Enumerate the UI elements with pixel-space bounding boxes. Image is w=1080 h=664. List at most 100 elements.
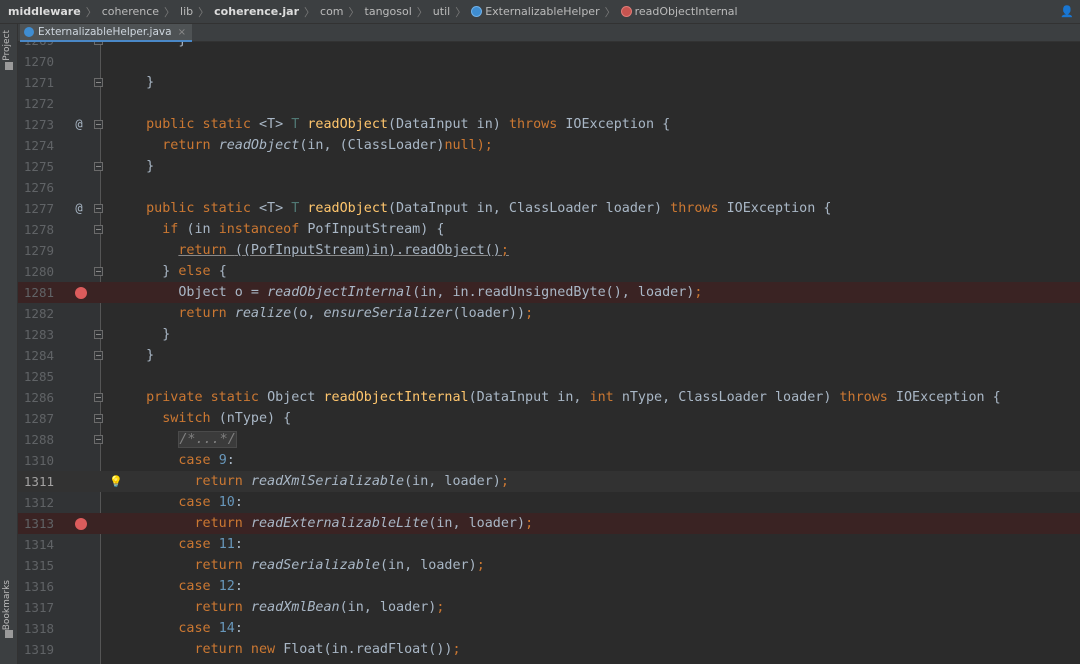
code-line[interactable]: 1281 Object o = readObjectInternal(in, i… — [18, 282, 1080, 303]
line-number[interactable]: 1285 — [18, 366, 54, 387]
code-token: (loader)) — [452, 306, 526, 321]
fold-toggle-icon[interactable] — [94, 204, 103, 213]
breakpoint-icon[interactable] — [75, 287, 87, 299]
line-number[interactable]: 1281 — [18, 282, 54, 303]
code-line[interactable]: 1310 case 9: — [18, 450, 1080, 471]
line-number[interactable]: 1286 — [18, 387, 54, 408]
code-line[interactable]: 1276 — [18, 177, 1080, 198]
fold-toggle-icon[interactable] — [94, 267, 103, 276]
breadcrumb-item-lib[interactable]: lib — [180, 5, 193, 18]
code-line[interactable]: 1313 return readExternalizableLite(in, l… — [18, 513, 1080, 534]
breadcrumb-item-middleware[interactable]: middleware — [8, 5, 81, 18]
fold-toggle-icon[interactable] — [94, 225, 103, 234]
line-number[interactable]: 1314 — [18, 534, 54, 555]
line-number[interactable]: 1269 — [18, 42, 54, 51]
line-number[interactable]: 1273 — [18, 114, 54, 135]
breadcrumb-item-tangosol[interactable]: tangosol — [365, 5, 412, 18]
intention-bulb-icon[interactable]: 💡 — [109, 471, 123, 492]
line-number[interactable]: 1276 — [18, 177, 54, 198]
line-number[interactable]: 1272 — [18, 93, 54, 114]
fold-toggle-icon[interactable] — [94, 414, 103, 423]
line-number[interactable]: 1318 — [18, 618, 54, 639]
code-line[interactable]: 1317 return readXmlBean(in, loader); — [18, 597, 1080, 618]
line-number[interactable]: 1316 — [18, 576, 54, 597]
breadcrumb-separator: 〉 — [604, 5, 616, 19]
code-line[interactable]: 1271 } — [18, 72, 1080, 93]
code-line[interactable]: 1316 case 12: — [18, 576, 1080, 597]
fold-toggle-icon[interactable] — [94, 78, 103, 87]
code-line[interactable]: 1270 — [18, 51, 1080, 72]
code-line[interactable]: 1280 } else { — [18, 261, 1080, 282]
line-number[interactable]: 1274 — [18, 135, 54, 156]
code-line[interactable]: 1311 💡 return readXmlSerializable(in, loa… — [18, 471, 1080, 492]
project-tool-button[interactable]: Project — [2, 30, 12, 61]
tab-externalizablehelper-java[interactable]: ExternalizableHelper.java × — [20, 24, 192, 42]
code-line[interactable]: 1272 — [18, 93, 1080, 114]
fold-toggle-icon[interactable] — [94, 42, 103, 45]
line-number[interactable]: 1312 — [18, 492, 54, 513]
code-line[interactable]: 1319 return new Float(in.readFloat()); — [18, 639, 1080, 660]
fold-toggle-icon[interactable] — [94, 393, 103, 402]
code-line[interactable]: 1274 return readObject(in, (ClassLoader)… — [18, 135, 1080, 156]
code-line[interactable]: 1269 } — [18, 42, 1080, 51]
close-icon[interactable]: × — [178, 27, 186, 38]
code-token: return — [130, 138, 219, 153]
project-icon[interactable] — [5, 62, 13, 70]
override-marker-icon[interactable]: @ — [74, 198, 84, 219]
code-line[interactable]: 1283 } — [18, 324, 1080, 345]
bookmarks-icon[interactable] — [5, 630, 13, 638]
breakpoint-icon[interactable] — [75, 518, 87, 530]
fold-toggle-icon[interactable] — [94, 435, 103, 444]
code-line[interactable]: 1275 } — [18, 156, 1080, 177]
code-line[interactable]: 1288 /*...*/ — [18, 429, 1080, 450]
code-line[interactable]: 1279 return ((PofInputStream)in).readObj… — [18, 240, 1080, 261]
line-number[interactable]: 1283 — [18, 324, 54, 345]
line-number[interactable]: 1275 — [18, 156, 54, 177]
line-number[interactable]: 1279 — [18, 240, 54, 261]
fold-toggle-icon[interactable] — [94, 330, 103, 339]
breadcrumb-item-coherence-jar[interactable]: coherence.jar — [214, 5, 299, 18]
line-number[interactable]: 1280 — [18, 261, 54, 282]
line-number[interactable]: 1270 — [18, 51, 54, 72]
override-marker-icon[interactable]: @ — [74, 114, 84, 135]
bookmarks-tool-button[interactable]: Bookmarks — [2, 580, 12, 630]
line-number[interactable]: 1317 — [18, 597, 54, 618]
code-line[interactable]: 1287 switch (nType) { — [18, 408, 1080, 429]
fold-toggle-icon[interactable] — [94, 120, 103, 129]
code-line[interactable]: 1282 return realize(o, ensureSerializer(… — [18, 303, 1080, 324]
line-number[interactable]: 1288 — [18, 429, 54, 450]
user-icon[interactable]: 👤 — [1060, 5, 1074, 18]
line-number[interactable]: 1313 — [18, 513, 54, 534]
line-number[interactable]: 1310 — [18, 450, 54, 471]
breadcrumb-item-coherence[interactable]: coherence — [102, 5, 159, 18]
code-token: switch — [130, 411, 219, 426]
code-line[interactable]: 1277 @ public static <T> T readObject(Dat… — [18, 198, 1080, 219]
code-line[interactable]: 1314 case 11: — [18, 534, 1080, 555]
breadcrumb-item-util[interactable]: util — [433, 5, 450, 18]
code-line[interactable]: 1278 if (in instanceof PofInputStream) { — [18, 219, 1080, 240]
code-editor[interactable]: 1269 }12701271 }12721273@ public static … — [18, 42, 1080, 664]
line-number[interactable]: 1277 — [18, 198, 54, 219]
line-number[interactable]: 1315 — [18, 555, 54, 576]
code-line[interactable]: 1318 case 14: — [18, 618, 1080, 639]
line-number[interactable]: 1282 — [18, 303, 54, 324]
line-number[interactable]: 1271 — [18, 72, 54, 93]
code-line[interactable]: 1273 @ public static <T> T readObject(Dat… — [18, 114, 1080, 135]
code-token: readSerializable — [250, 558, 380, 573]
breadcrumb-item-externalizablehelper[interactable]: ExternalizableHelper — [471, 5, 600, 18]
line-number[interactable]: 1287 — [18, 408, 54, 429]
line-number[interactable]: 1319 — [18, 639, 54, 660]
line-number[interactable]: 1311 — [18, 471, 54, 492]
code-line[interactable]: 1315 return readSerializable(in, loader)… — [18, 555, 1080, 576]
code-line[interactable]: 1285 — [18, 366, 1080, 387]
code-line[interactable]: 1286 private static Object readObjectInt… — [18, 387, 1080, 408]
fold-toggle-icon[interactable] — [94, 351, 103, 360]
breadcrumb-label: coherence.jar — [214, 5, 300, 18]
line-number[interactable]: 1278 — [18, 219, 54, 240]
code-line[interactable]: 1284 } — [18, 345, 1080, 366]
fold-toggle-icon[interactable] — [94, 162, 103, 171]
line-number[interactable]: 1284 — [18, 345, 54, 366]
breadcrumb-item-com[interactable]: com — [320, 5, 344, 18]
code-line[interactable]: 1312 case 10: — [18, 492, 1080, 513]
breadcrumb-item-readobjectinternal[interactable]: readObjectInternal — [620, 5, 738, 18]
